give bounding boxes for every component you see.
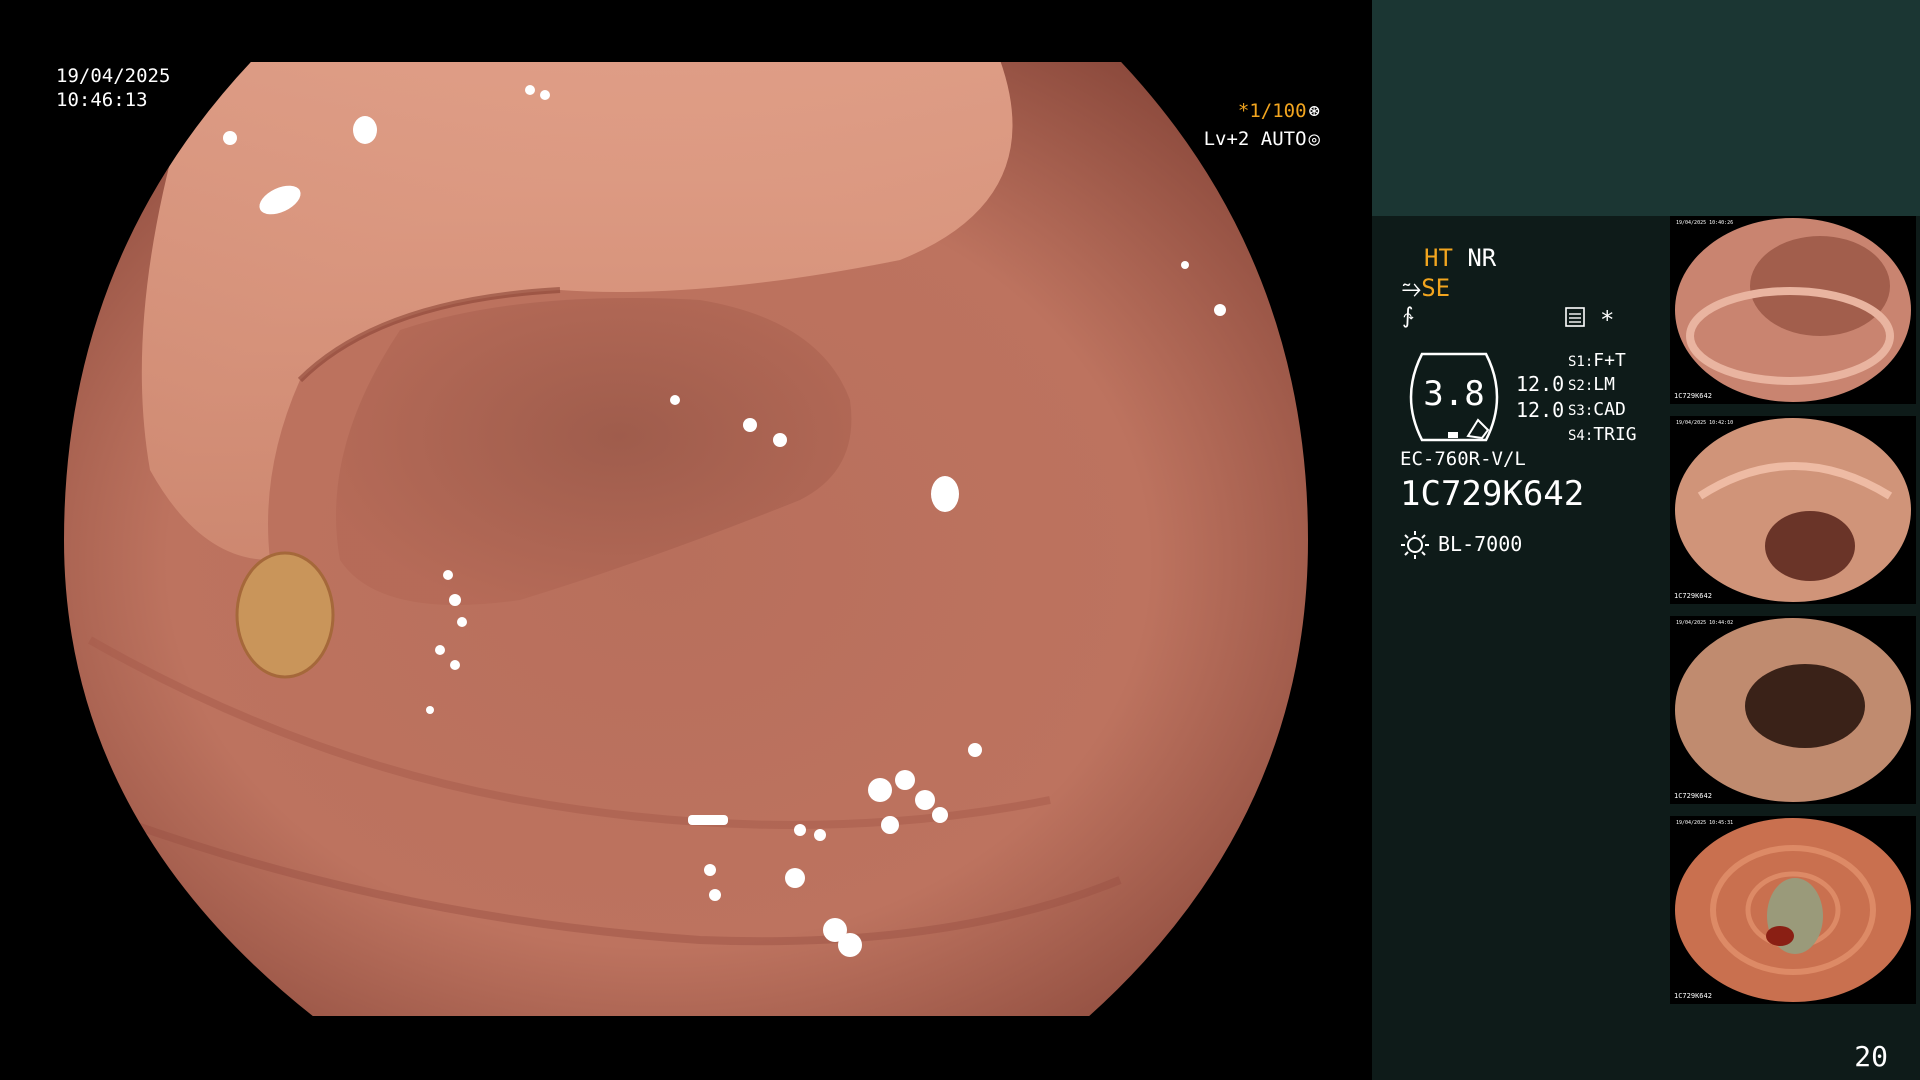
switch-value: CAD: [1593, 399, 1626, 420]
level-text: Lv+2 AUTO: [1203, 128, 1307, 150]
aperture-icon: ⊛: [1308, 100, 1320, 122]
thumbnail-date: 19/04/2025 10:40:26: [1676, 220, 1734, 226]
nr-label: NR: [1467, 244, 1497, 272]
monitor-icon: [1565, 307, 1585, 327]
switch-s1: S1:F+T: [1568, 350, 1626, 371]
thumbnail-label: 1C729K642: [1674, 392, 1712, 400]
se-row: ⥲SE: [1402, 274, 1450, 302]
switch-s4: S4:TRIG: [1568, 424, 1637, 445]
thumbnail-image: [1670, 416, 1916, 604]
thumbnail-2[interactable]: 19/04/2025 10:42:10 1C729K642: [1670, 416, 1916, 604]
thumbnail-date: 19/04/2025 10:42:10: [1676, 420, 1734, 426]
ht-label: HT: [1424, 244, 1453, 272]
thumbnail-image: [1670, 216, 1916, 404]
thumbnail-image: [1670, 816, 1916, 1004]
scope-serial: 1C729K642: [1400, 474, 1585, 514]
thumbnail-1[interactable]: 19/04/2025 10:40:26 1C729K642: [1670, 216, 1916, 404]
thumbnail-3[interactable]: 19/04/2025 10:44:02 1C729K642: [1670, 616, 1916, 804]
scope-model: EC-760R-V/L: [1400, 448, 1526, 470]
level-readout: Lv+2 AUTO ◎: [1204, 128, 1320, 150]
thumbnail-date: 19/04/2025 10:45:31: [1676, 820, 1734, 826]
color-enhance-icon: ∱: [1402, 304, 1414, 329]
thumbnail-date: 19/04/2025 10:44:02: [1676, 620, 1734, 626]
switch-key: S3:: [1568, 403, 1594, 419]
endoscope-main-view: 19/04/2025 10:46:13 *1/100 ⊛ Lv+2 AUTO ◎: [0, 0, 1372, 1080]
switch-s2: S2:LM: [1568, 374, 1615, 395]
star-marker: *: [1600, 306, 1615, 334]
iris-icon: ◎: [1308, 128, 1320, 150]
switch-value: F+T: [1593, 350, 1626, 371]
hex-value: 3.8: [1423, 374, 1485, 414]
se-label: SE: [1421, 274, 1451, 302]
light-source-icon: [1401, 531, 1429, 559]
shutter-readout: *1/100 ⊛: [1238, 100, 1320, 122]
thumbnail-image: [1670, 616, 1916, 804]
ht-nr-row: HT NR: [1424, 244, 1496, 272]
thumbnail-4[interactable]: 19/04/2025 10:45:31 1C729K642: [1670, 816, 1916, 1004]
light-source-label: BL-7000: [1438, 532, 1523, 556]
switch-key: S2:: [1568, 378, 1594, 394]
thumbnail-label: 1C729K642: [1674, 792, 1712, 800]
date-text: 19/04/2025: [56, 65, 171, 87]
value-b: 12.0: [1516, 398, 1565, 422]
thumbnail-label: 1C729K642: [1674, 992, 1712, 1000]
datetime-overlay: 19/04/2025 10:46:13: [56, 64, 170, 112]
switch-key: S1:: [1568, 354, 1594, 370]
page-number: 20: [1854, 1040, 1888, 1073]
switch-value: LM: [1593, 374, 1615, 395]
time-text: 10:46:13: [56, 89, 148, 111]
thumbnail-label: 1C729K642: [1674, 592, 1712, 600]
value-a: 12.0: [1516, 372, 1565, 396]
shutter-text: *1/100: [1237, 100, 1307, 122]
info-panel-header: [1372, 0, 1920, 216]
structure-enhance-icon: ⥲: [1402, 274, 1422, 302]
switch-s3: S3:CAD: [1568, 399, 1626, 420]
switch-value: TRIG: [1593, 424, 1637, 445]
endoscopic-image: [59, 58, 1313, 1020]
switch-key: S4:: [1568, 428, 1594, 444]
